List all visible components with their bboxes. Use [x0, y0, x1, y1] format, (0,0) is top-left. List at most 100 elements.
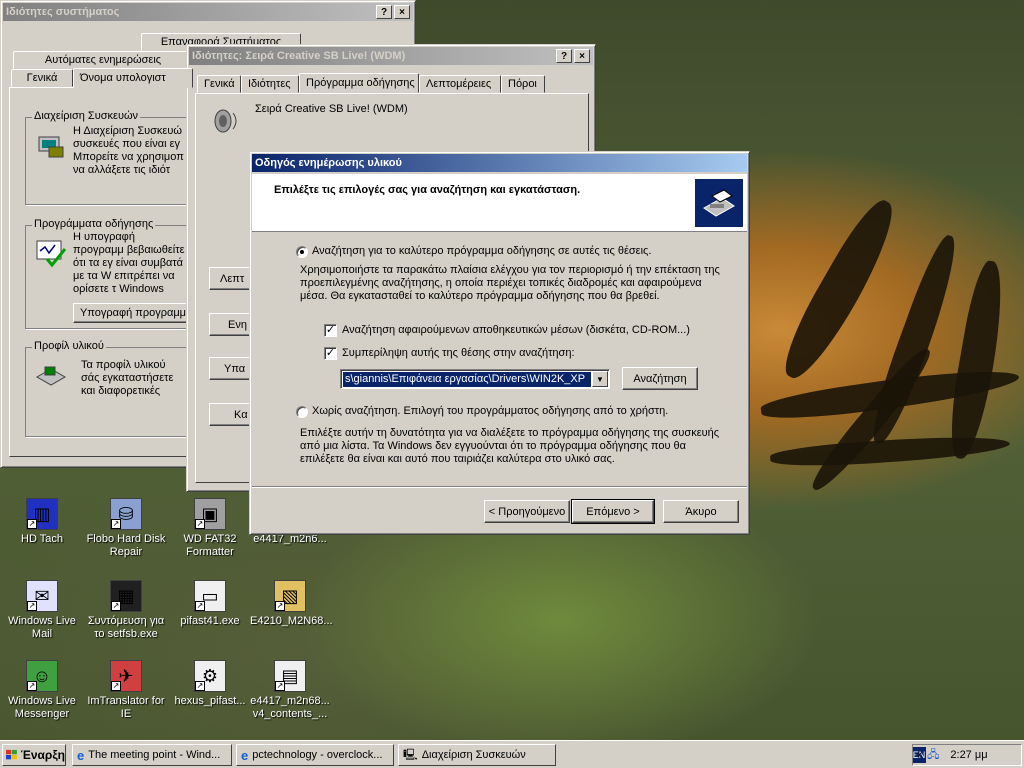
- search-best-driver-description: Χρησιμοποιήστε τα παρακάτω πλαίσια ελέγχ…: [300, 264, 720, 302]
- browse-button[interactable]: Αναζήτηση: [622, 367, 698, 390]
- shortcut-arrow-icon: ↗: [27, 681, 37, 691]
- desktop-icon[interactable]: ⛁ ↗ Flobo Hard Disk Repair: [86, 498, 166, 559]
- system-properties-titlebar[interactable]: Ιδιότητες συστήματος ? ×: [3, 3, 413, 21]
- dont-search-radio[interactable]: [296, 406, 308, 418]
- wizard-header-text: Επιλέξτε τις επιλογές σας για αναζήτηση …: [274, 184, 581, 196]
- desktop-icon[interactable]: ✈ ↗ ImTranslator for IE: [86, 660, 166, 721]
- next-button[interactable]: Επόμενο >: [571, 499, 655, 524]
- tab-properties[interactable]: Ιδιότητες: [241, 75, 299, 93]
- tab-general[interactable]: Γενικά: [11, 69, 73, 87]
- shortcut-arrow-icon: ↗: [195, 601, 205, 611]
- folder-doc-icon: ▧ ↗: [274, 580, 306, 612]
- sb-properties-title: Ιδιότητες: Σειρά Creative SB Live! (WDM): [192, 50, 406, 62]
- desktop-icon-label: ImTranslator for IE: [87, 695, 165, 720]
- search-best-driver-label[interactable]: Αναζήτηση για το καλύτερο πρόγραμμα οδήγ…: [312, 245, 651, 257]
- tab-computer-name[interactable]: Όνομα υπολογιστ: [73, 68, 193, 88]
- desktop-icon[interactable]: ▭ ↗ pifast41.exe: [170, 580, 250, 628]
- mail-icon: ✉ ↗: [26, 580, 58, 612]
- desktop-icon[interactable]: ✉ ↗ Windows Live Mail: [2, 580, 82, 641]
- hardware-wizard-icon: [695, 179, 743, 227]
- dont-search-label[interactable]: Χωρίς αναζήτηση. Επιλογή του προγράμματο…: [312, 405, 668, 417]
- start-label: Έναρξη: [20, 748, 65, 762]
- start-button[interactable]: Έναρξη: [2, 744, 66, 766]
- system-properties-title: Ιδιότητες συστήματος: [6, 6, 120, 18]
- ie-icon: e: [241, 747, 249, 763]
- desktop-icon-label: Windows Live Mail: [8, 615, 76, 640]
- pdf-icon: ▤ ↗: [274, 660, 306, 692]
- wizard-footer-separator: [252, 486, 747, 488]
- search-location-value[interactable]: s\giannis\Επιφάνεια εργασίας\Drivers\WIN…: [343, 372, 591, 387]
- search-best-driver-radio[interactable]: [296, 246, 308, 258]
- desktop-icon[interactable]: ▣ ↗ WD FAT32 Formatter: [170, 498, 250, 559]
- chevron-down-icon[interactable]: ▼: [592, 371, 608, 387]
- hardware-profiles-text: Τα προφίλ υλικού σάς εγκαταστήσετε και δ…: [81, 359, 174, 399]
- task-pctechnology[interactable]: e pctechnology - overclock...: [236, 744, 394, 766]
- system-tray: « 🖧 2:27 μμ: [912, 744, 1022, 766]
- formatter-icon: ▣ ↗: [194, 498, 226, 530]
- desktop-icon-label: Flobo Hard Disk Repair: [86, 533, 166, 558]
- device-manager-icon: [38, 136, 64, 158]
- desktop-icon[interactable]: ☺ ↗ Windows Live Messenger: [2, 660, 82, 721]
- driver-signing-icon: [36, 240, 67, 268]
- back-button[interactable]: < Προηγούμενο: [484, 500, 570, 523]
- drivers-text: Η υπογραφή προγραμμ βεβαιωθείτε ότι τα ε…: [73, 231, 185, 297]
- search-removable-media-checkbox[interactable]: ✓: [324, 324, 337, 337]
- desktop-icon[interactable]: ▧ ↗ E4210_M2N68...: [250, 580, 333, 628]
- desktop-icon[interactable]: ▤ ↗ e4417_m2n68... v4_contents_...: [250, 660, 330, 721]
- translator-icon: ✈ ↗: [110, 660, 142, 692]
- desktop-icon[interactable]: ▥ ↗ HD Tach: [2, 498, 82, 546]
- taskbar: Έναρξη e The meeting point - Wind... e p…: [0, 740, 1024, 768]
- shortcut-arrow-icon: ↗: [27, 601, 37, 611]
- sb-properties-titlebar[interactable]: Ιδιότητες: Σειρά Creative SB Live! (WDM)…: [189, 47, 593, 65]
- desktop-icon-label: WD FAT32 Formatter: [183, 533, 237, 558]
- speaker-icon: [214, 109, 237, 133]
- close-button[interactable]: ×: [574, 49, 590, 63]
- desktop-icon-label: e4417_m2n68... v4_contents_...: [250, 695, 330, 720]
- tab-driver[interactable]: Πρόγραμμα οδήγησης: [299, 73, 419, 93]
- wizard-header: Επιλέξτε τις επιλογές σας για αναζήτηση …: [252, 174, 747, 232]
- shortcut-arrow-icon: ↗: [195, 519, 205, 529]
- disk-repair-icon: ⛁ ↗: [110, 498, 142, 530]
- desktop-icon[interactable]: ▦ ↗ Συντόμευση για το setfsb.exe: [86, 580, 166, 641]
- device-name: Σειρά Creative SB Live! (WDM): [255, 103, 408, 115]
- desktop-icon-label: pifast41.exe: [180, 615, 240, 627]
- help-button[interactable]: ?: [556, 49, 572, 63]
- desktop-icon[interactable]: ⚙ ↗ hexus_pifast...: [170, 660, 250, 708]
- task-device-manager[interactable]: 🖳 Διαχείριση Συσκευών: [398, 744, 556, 766]
- shortcut-arrow-icon: ↗: [111, 519, 121, 529]
- pll-icon: ▦ ↗: [110, 580, 142, 612]
- driver-signing-button[interactable]: Υπογραφή προγραμμ: [73, 303, 193, 323]
- search-location-combo[interactable]: s\giannis\Επιφάνεια εργασίας\Drivers\WIN…: [340, 369, 610, 389]
- help-button[interactable]: ?: [376, 5, 392, 19]
- cancel-button[interactable]: Άκυρο: [663, 500, 739, 523]
- close-button[interactable]: ×: [394, 5, 410, 19]
- chevron-left-icon[interactable]: «: [916, 749, 922, 761]
- network-icon[interactable]: 🖧: [927, 746, 939, 765]
- shortcut-arrow-icon: ↗: [27, 519, 37, 529]
- clock[interactable]: 2:27 μμ: [950, 749, 987, 761]
- tab-details[interactable]: Λεπτομέρειες: [419, 75, 501, 93]
- ie-icon: e: [77, 747, 85, 763]
- tab-general[interactable]: Γενικά: [197, 75, 241, 93]
- shortcut-arrow-icon: ↗: [111, 601, 121, 611]
- include-location-label[interactable]: Συμπερίληψη αυτής της θέσης στην αναζήτη…: [342, 347, 575, 359]
- device-manager-text: Η Διαχείριση Συσκευώ συσκευές που είναι …: [73, 125, 184, 176]
- desktop-icon-label: Windows Live Messenger: [8, 695, 76, 720]
- include-location-checkbox[interactable]: ✓: [324, 347, 337, 360]
- shortcut-arrow-icon: ↗: [275, 681, 285, 691]
- shortcut-arrow-icon: ↗: [195, 681, 205, 691]
- tab-auto-updates[interactable]: Αυτόματες ενημερώσεις: [13, 51, 193, 69]
- desktop-icon-label: E4210_M2N68...: [250, 615, 333, 627]
- windows-logo-icon: [6, 749, 17, 760]
- wizard-titlebar[interactable]: Οδηγός ενημέρωσης υλικού: [252, 154, 747, 172]
- desktop-icon-label: Συντόμευση για το setfsb.exe: [87, 615, 165, 640]
- exe-icon: ▭ ↗: [194, 580, 226, 612]
- wizard-title: Οδηγός ενημέρωσης υλικού: [255, 157, 402, 169]
- desktop-icon-label: HD Tach: [21, 533, 63, 545]
- tab-resources[interactable]: Πόροι: [501, 75, 545, 93]
- shortcut-arrow-icon: ↗: [111, 681, 121, 691]
- task-meeting-point[interactable]: e The meeting point - Wind...: [72, 744, 232, 766]
- desktop-icon-label: hexus_pifast...: [174, 695, 246, 707]
- hardware-profiles-icon: [35, 366, 67, 386]
- search-removable-media-label[interactable]: Αναζήτηση αφαιρούμενων αποθηκευτικών μέσ…: [342, 324, 690, 336]
